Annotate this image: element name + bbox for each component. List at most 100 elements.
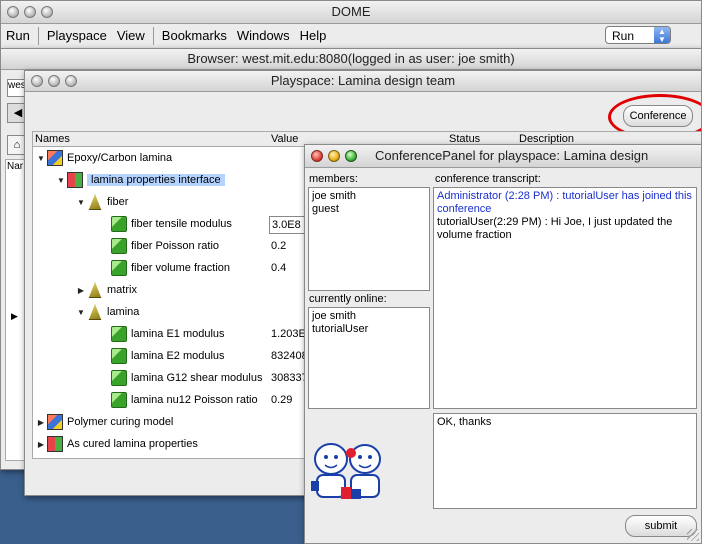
close-window-button[interactable] xyxy=(31,75,43,87)
value-cell: 0.2 xyxy=(271,240,287,252)
menu-run[interactable]: Run xyxy=(1,26,35,46)
tree-label: lamina properties interface xyxy=(87,174,225,186)
tree-row-as-cured[interactable]: ▶ As cured lamina properties xyxy=(35,434,198,454)
menu-playspace[interactable]: Playspace xyxy=(42,26,112,46)
menu-separator xyxy=(37,27,39,45)
menu-bookmarks[interactable]: Bookmarks xyxy=(157,26,232,46)
close-window-button[interactable] xyxy=(7,6,19,18)
menu-windows[interactable]: Windows xyxy=(232,26,295,46)
window-title: Playspace: Lamina design team xyxy=(270,73,456,88)
tree-row-parameter[interactable]: lamina nu12 Poisson ratio xyxy=(99,390,258,410)
expand-triangle-icon[interactable]: ▼ xyxy=(55,171,67,191)
tree-row-fiber[interactable]: ▼ fiber xyxy=(75,192,128,212)
window-title: Browser: west.mit.edu:8080(logged in as … xyxy=(187,51,515,66)
tree-label: Epoxy/Carbon lamina xyxy=(67,152,173,164)
menubar: Run Playspace View Bookmarks Windows Hel… xyxy=(1,24,701,48)
zoom-window-button[interactable] xyxy=(65,75,77,87)
close-window-button[interactable] xyxy=(311,150,323,162)
conference-button[interactable]: Conference xyxy=(623,105,693,127)
interface-icon xyxy=(67,172,83,189)
minimize-window-button[interactable] xyxy=(24,6,36,18)
members-list[interactable]: joe smith guest xyxy=(308,187,430,291)
list-item[interactable]: tutorialUser xyxy=(312,323,426,336)
tree-row-parameter[interactable]: fiber volume fraction xyxy=(99,258,230,278)
online-list[interactable]: joe smith tutorialUser xyxy=(308,307,430,409)
filter-folder-icon xyxy=(88,304,102,321)
message-input[interactable]: OK, thanks xyxy=(433,413,697,509)
tree-row-parameter[interactable]: lamina E1 modulus xyxy=(99,324,225,344)
transcript-message: Administrator (2:28 PM) : tutorialUser h… xyxy=(437,190,692,215)
expand-triangle-icon[interactable]: ▶ xyxy=(35,435,47,455)
tree-label: Polymer curing model xyxy=(67,416,174,428)
expand-triangle-icon[interactable]: ▼ xyxy=(75,303,87,323)
value-cell: 1.203E xyxy=(271,328,306,340)
expand-triangle-icon[interactable]: ▼ xyxy=(35,149,47,169)
parameter-icon xyxy=(111,392,127,409)
tree-row-parameter[interactable]: fiber Poisson ratio xyxy=(99,236,219,256)
dome-mascot-logo xyxy=(311,443,381,499)
menu-separator xyxy=(152,27,154,45)
tree-row-parameter[interactable]: fiber tensile modulus xyxy=(99,214,232,234)
tree-row-lamina[interactable]: ▼ lamina xyxy=(75,302,139,322)
parameter-icon xyxy=(111,216,127,233)
parameter-icon xyxy=(111,238,127,255)
playspace-titlebar: Playspace: Lamina design team xyxy=(25,71,701,92)
tree-row-parameter[interactable]: lamina G12 shear modulus xyxy=(99,368,262,388)
expand-triangle-icon[interactable]: ▼ xyxy=(75,193,87,213)
list-item[interactable]: joe smith xyxy=(312,310,426,323)
tree-label: lamina nu12 Poisson ratio xyxy=(131,394,258,406)
dome-titlebar: DOME xyxy=(1,1,701,24)
tree-row-matrix[interactable]: ▶ matrix xyxy=(75,280,137,300)
tree-row-polymer[interactable]: ▶ Polymer curing model xyxy=(35,412,173,432)
members-label: members: xyxy=(309,173,358,185)
column-header-names[interactable]: Names xyxy=(35,132,70,146)
conference-titlebar: ConferencePanel for playspace: Lamina de… xyxy=(305,145,701,168)
tree-label: lamina G12 shear modulus xyxy=(131,372,263,384)
tree-label: lamina xyxy=(107,306,140,318)
expand-triangle-icon[interactable]: ▶ xyxy=(75,281,87,301)
conference-transcript[interactable]: Administrator (2:28 PM) : tutorialUser h… xyxy=(433,187,697,409)
minimize-window-button[interactable] xyxy=(328,150,340,162)
value-cell: 832408 xyxy=(271,350,308,362)
menu-view[interactable]: View xyxy=(112,26,150,46)
expand-triangle-icon[interactable]: ▶ xyxy=(35,413,47,433)
tree-row-parameter[interactable]: lamina E2 modulus xyxy=(99,346,225,366)
window-controls xyxy=(31,71,77,91)
resize-grip-icon[interactable] xyxy=(687,529,699,541)
run-mode-select[interactable]: Run ▲ ▼ xyxy=(605,26,671,44)
tree-row-epoxy[interactable]: ▼ Epoxy/Carbon lamina xyxy=(35,148,172,168)
browser-list-header: Nar xyxy=(7,161,24,172)
value-cell: 0.4 xyxy=(271,262,287,274)
list-item[interactable]: joe smith xyxy=(312,190,426,203)
parameter-icon xyxy=(111,326,127,343)
zoom-window-button[interactable] xyxy=(345,150,357,162)
select-arrows-icon: ▲ ▼ xyxy=(654,27,670,44)
browser-titlebar: Browser: west.mit.edu:8080(logged in as … xyxy=(1,49,701,70)
window-controls xyxy=(7,1,53,23)
expand-triangle-icon[interactable]: ▶ xyxy=(11,311,18,322)
parameter-icon xyxy=(111,348,127,365)
parameter-icon xyxy=(111,260,127,277)
tree-label: lamina E2 modulus xyxy=(131,350,225,362)
tree-label: As cured lamina properties xyxy=(67,438,198,450)
menu-help[interactable]: Help xyxy=(295,26,332,46)
value-cell: 308337 xyxy=(271,372,308,384)
tree-label: fiber volume fraction xyxy=(131,262,231,274)
transcript-label: conference transcript: xyxy=(435,173,541,185)
parameter-icon xyxy=(111,370,127,387)
filter-folder-icon xyxy=(88,282,102,299)
minimize-window-button[interactable] xyxy=(48,75,60,87)
value-cell: 0.29 xyxy=(271,394,293,406)
filter-folder-icon xyxy=(88,194,102,211)
zoom-window-button[interactable] xyxy=(41,6,53,18)
tree-label: lamina E1 modulus xyxy=(131,328,225,340)
transcript-message: tutorialUser(2:29 PM) : Hi Joe, I just u… xyxy=(437,216,673,241)
column-header-value[interactable]: Value xyxy=(271,132,298,146)
conference-panel-window: ConferencePanel for playspace: Lamina de… xyxy=(304,144,702,544)
tree-label: fiber Poisson ratio xyxy=(131,240,220,252)
list-item[interactable]: guest xyxy=(312,203,426,216)
online-label: currently online: xyxy=(309,293,387,305)
tree-row-interface[interactable]: ▼ lamina properties interface xyxy=(55,170,225,190)
model-icon xyxy=(47,150,63,167)
interface-icon xyxy=(47,436,63,453)
